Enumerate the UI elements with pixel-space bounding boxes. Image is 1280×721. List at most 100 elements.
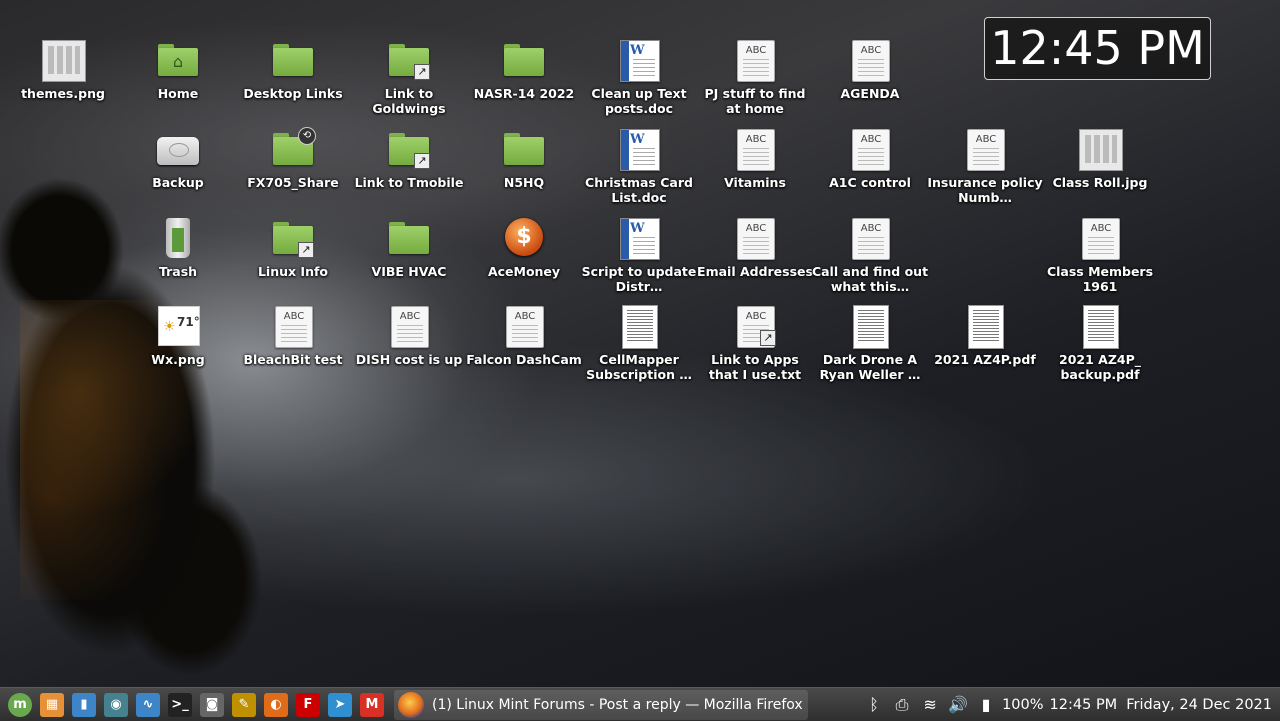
desktop-icon[interactable]: ABC PJ stuff to find at home <box>696 38 814 116</box>
desktop-icon[interactable]: ABC BleachBit test <box>234 304 352 367</box>
folder-icon <box>273 44 313 76</box>
wifi-icon[interactable]: ≋ <box>916 695 944 714</box>
volume-icon[interactable]: 🔊 <box>944 695 972 714</box>
desktop-icon-image: $ <box>501 216 547 262</box>
desktop-icon-image: ABC <box>732 38 778 84</box>
desktop-icon[interactable]: ABC Call and find out what this… <box>811 216 929 294</box>
desktop-icon-image <box>155 127 201 173</box>
desktop-icon[interactable]: ABC DISH cost is up <box>350 304 468 367</box>
text-document-icon: ABC <box>967 129 1005 171</box>
desktop-icon-image: W <box>616 38 662 84</box>
desktop-icon-image: ⌂ <box>155 38 201 84</box>
system-monitor-launcher[interactable]: ∿ <box>133 691 163 719</box>
share-badge-icon: ⟲ <box>298 127 316 145</box>
weather-thumbnail-icon: ☀ 71° <box>158 306 200 346</box>
desktop-icon[interactable]: ABC Insurance policy Numb… <box>926 127 1044 205</box>
desktop-icon-image <box>40 38 86 84</box>
battery-icon[interactable]: ▮ <box>972 695 1000 714</box>
desktop-icon[interactable]: ABC Vitamins <box>696 127 814 190</box>
desktop-icon-label: Script to update Distr… <box>581 264 697 294</box>
desktop-icon[interactable]: ↗ Link to Goldwings <box>350 38 468 116</box>
image-thumbnail-icon <box>1079 129 1123 171</box>
word-document-icon: W <box>620 218 660 260</box>
camera-launcher[interactable]: ◙ <box>197 691 227 719</box>
desktop-icon[interactable]: ⌂ Home <box>119 38 237 101</box>
desktop-icon-label: AGENDA <box>840 86 900 101</box>
battery-percent[interactable]: 100% <box>1002 697 1043 713</box>
desktop-icon-image <box>155 216 201 262</box>
bluetooth-icon[interactable]: ᛒ <box>860 695 888 714</box>
desktop-icon[interactable]: NASR-14 2022 <box>465 38 583 101</box>
desktop-icon[interactable]: Desktop Links <box>234 38 352 101</box>
mint-menu-launcher[interactable]: m <box>5 691 35 719</box>
terminal-launcher[interactable]: >_ <box>165 691 195 719</box>
panel-clock-date[interactable]: Friday, 24 Dec 2021 <box>1126 697 1272 713</box>
desktop-icon-label: 2021 AZ4P.pdf <box>934 352 1036 367</box>
taskbar-window-firefox[interactable]: (1) Linux Mint Forums - Post a reply — M… <box>394 689 808 720</box>
desktop-icon-image: ABC <box>847 127 893 173</box>
firefox-launcher[interactable]: ◐ <box>261 691 291 719</box>
desktop-icon[interactable]: W Clean up Text posts.doc <box>580 38 698 116</box>
panel-launchers: m ▦ ▮ ◉ ∿ >_ ◙ ✎ ◐ F ➤ M <box>4 691 388 719</box>
desktop-icon[interactable]: Backup <box>119 127 237 190</box>
color-picker-launcher[interactable]: ▦ <box>37 691 67 719</box>
ruler-launcher[interactable]: ▮ <box>69 691 99 719</box>
text-document-icon: ABC <box>737 40 775 82</box>
gmail-launcher[interactable]: M <box>357 691 387 719</box>
text-document-icon: ABC <box>852 218 890 260</box>
telegram-launcher[interactable]: ➤ <box>325 691 355 719</box>
desktop-icon[interactable]: ABC ↗ Link to Apps that I use.txt <box>696 304 814 382</box>
text-document-icon: ABC <box>737 218 775 260</box>
desktop-icon[interactable]: CellMapper Subscription … <box>580 304 698 382</box>
terminal-icon: >_ <box>168 692 192 717</box>
desktop-icon[interactable]: themes.png <box>4 38 122 101</box>
text-document-icon: ABC <box>391 306 429 348</box>
desktop-icon-image: ABC <box>270 304 316 350</box>
text-editor-icon: ✎ <box>232 692 256 717</box>
desktop-icon[interactable]: ⟲ FX705_Share <box>234 127 352 190</box>
camera-icon: ◙ <box>200 692 224 717</box>
desktop-icon[interactable]: ↗ Linux Info <box>234 216 352 279</box>
desktop-icon-image: W <box>616 216 662 262</box>
taskbar-panel: m ▦ ▮ ◉ ∿ >_ ◙ ✎ ◐ F ➤ M (1) Linux Mint Forums - Po… <box>0 687 1280 721</box>
font-manager-icon: F <box>296 692 320 717</box>
acemoney-icon: $ <box>505 218 543 256</box>
desktop-icon-image: ABC <box>1077 216 1123 262</box>
desktop-icon[interactable]: ABC AGENDA <box>811 38 929 101</box>
desktop-icon-image: ⟲ <box>270 127 316 173</box>
printer-icon[interactable]: ⎙ <box>888 695 916 715</box>
desktop-icon[interactable]: $ AceMoney <box>465 216 583 279</box>
desktop-icon[interactable]: Class Roll.jpg <box>1041 127 1159 190</box>
desktop-icon[interactable]: VIBE HVAC <box>350 216 468 279</box>
desktop-icon-image: ABC <box>732 127 778 173</box>
desktop-icon[interactable]: Dark Drone A Ryan Weller … <box>811 304 929 382</box>
firefox-icon: ◐ <box>264 692 288 717</box>
desktop-icon-image <box>847 304 893 350</box>
trash-icon <box>166 218 190 258</box>
globe-launcher[interactable]: ◉ <box>101 691 131 719</box>
desktop-icon[interactable]: 2021 AZ4P.pdf <box>926 304 1044 367</box>
desktop-icon[interactable]: W Christmas Card List.doc <box>580 127 698 205</box>
desktop-icon[interactable]: ↗ Link to Tmobile <box>350 127 468 190</box>
desktop-icon[interactable]: ☀ 71° Wx.png <box>119 304 237 367</box>
pdf-document-icon <box>853 305 889 349</box>
desktop-icon[interactable]: ABC Falcon DashCam <box>465 304 583 367</box>
desktop-icon[interactable]: N5HQ <box>465 127 583 190</box>
system-monitor-icon: ∿ <box>136 692 160 717</box>
font-manager-launcher[interactable]: F <box>293 691 323 719</box>
desktop-icon-image: ABC <box>847 38 893 84</box>
desktop-icon[interactable]: Trash <box>119 216 237 279</box>
desktop-icon[interactable]: ABC Email Addresses <box>696 216 814 279</box>
text-editor-launcher[interactable]: ✎ <box>229 691 259 719</box>
desklet-clock-time: 12:45 PM <box>990 21 1205 75</box>
desktop-icon[interactable]: ABC Class Members 1961 <box>1041 216 1159 294</box>
desktop-icon[interactable]: 2021 AZ4P_ backup.pdf <box>1041 304 1159 382</box>
desktop-icon-label: Christmas Card List.doc <box>585 175 693 205</box>
desktop-icon[interactable]: ABC A1C control <box>811 127 929 190</box>
home-folder-icon: ⌂ <box>158 44 198 76</box>
desktop-icon[interactable]: W Script to update Distr… <box>580 216 698 294</box>
folder-icon <box>389 222 429 254</box>
panel-clock-time[interactable]: 12:45 PM <box>1050 697 1118 713</box>
desktop-icon-label: Falcon DashCam <box>466 352 582 367</box>
desktop-icon-image: ABC <box>847 216 893 262</box>
